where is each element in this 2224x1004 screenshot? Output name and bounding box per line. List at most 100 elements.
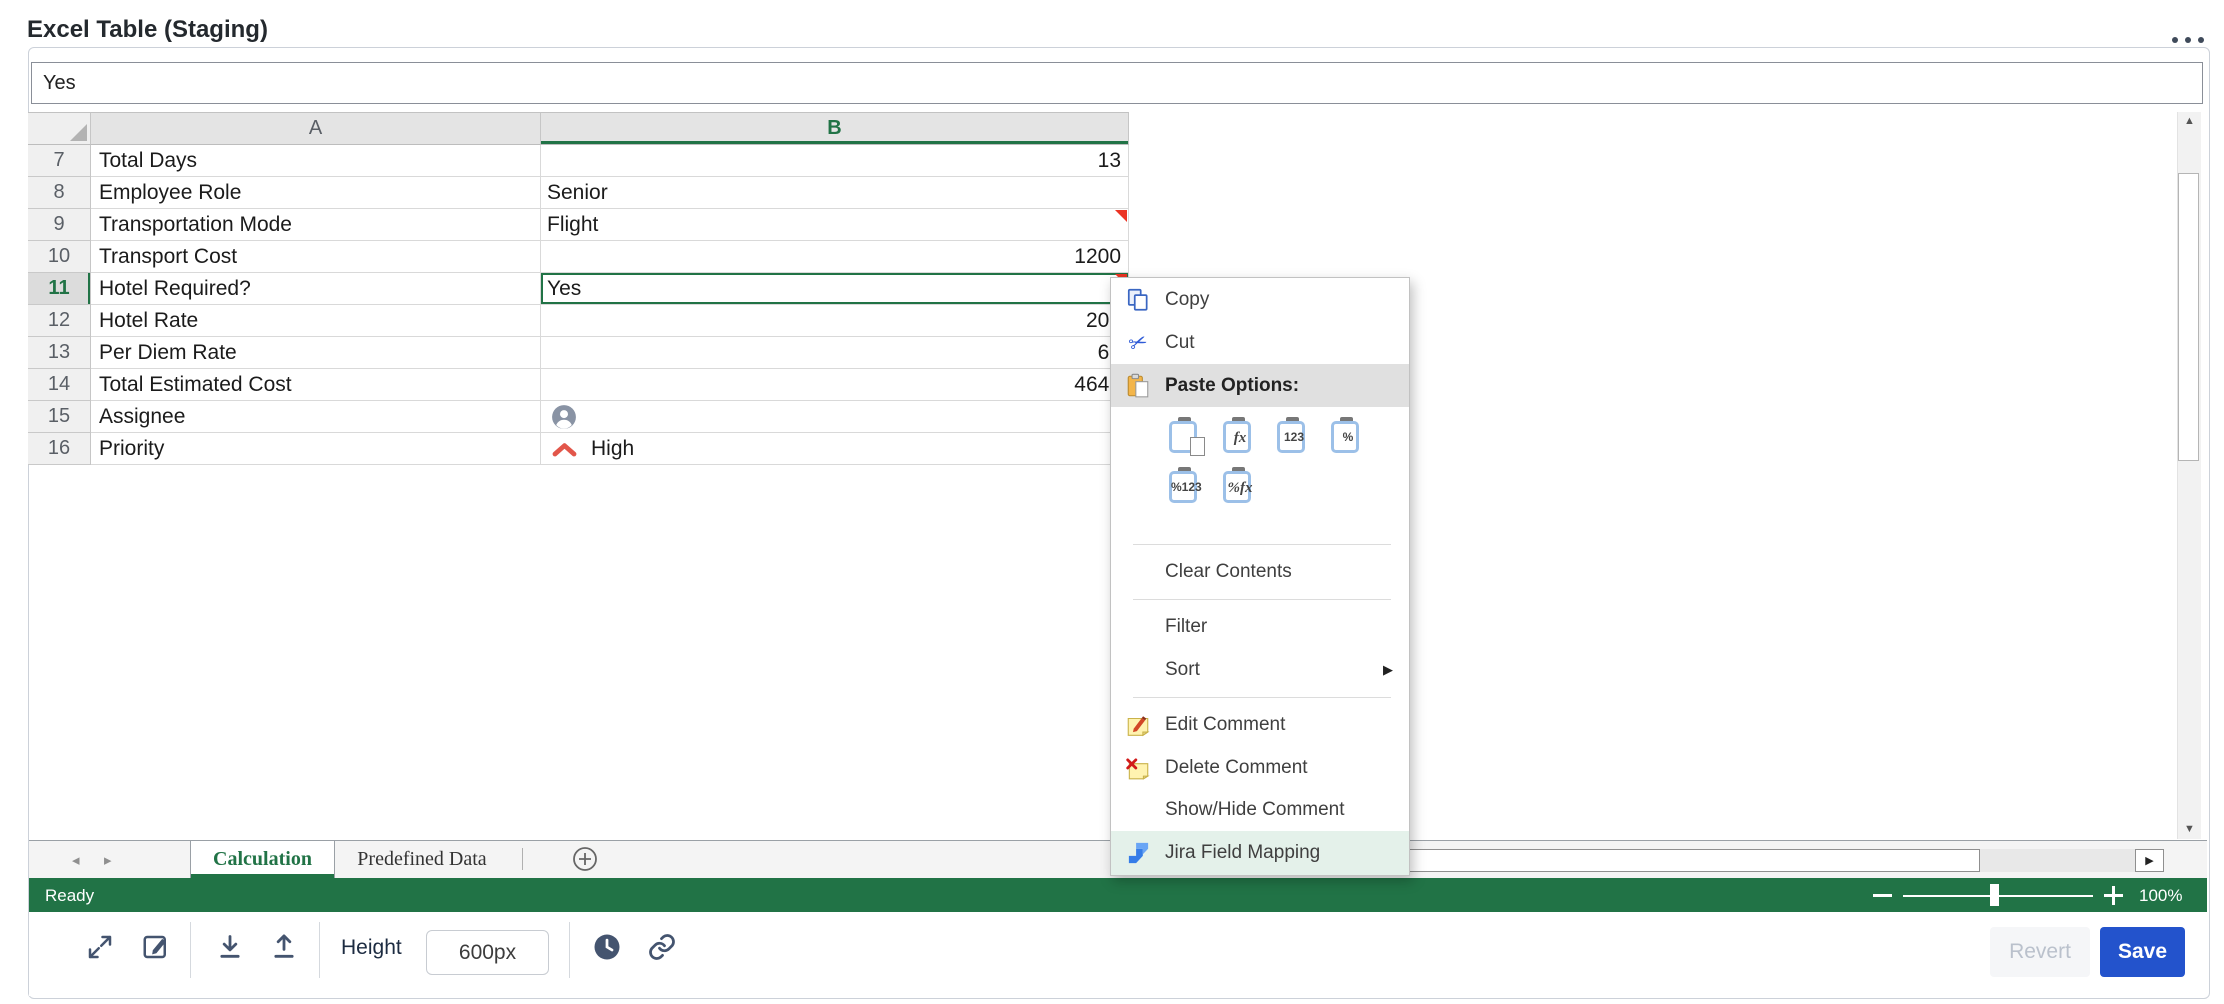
zoom-slider-thumb[interactable]: [1990, 884, 1999, 906]
menu-item-edit-comment[interactable]: Edit Comment: [1111, 703, 1409, 746]
paste-icon[interactable]: [1169, 417, 1206, 457]
scroll-down-icon[interactable]: ▼: [2178, 823, 2201, 835]
zoom-level[interactable]: 100%: [2139, 886, 2182, 906]
revert-button[interactable]: Revert: [1990, 927, 2090, 977]
cell-A9[interactable]: Transportation Mode: [91, 209, 541, 241]
row-header-10[interactable]: 10: [28, 241, 91, 273]
history-clock-icon[interactable]: [590, 930, 624, 964]
paste-icons-row-1: fx 123%: [1169, 417, 1409, 457]
grid-row-13: 13Per Diem Rate65: [28, 337, 1129, 369]
cell-A12[interactable]: Hotel Rate: [91, 305, 541, 337]
menu-item-show-hide-comment[interactable]: Show/Hide Comment: [1111, 789, 1409, 831]
tab-nav-right-icon[interactable]: ▸: [104, 851, 112, 869]
download-icon[interactable]: [213, 930, 247, 964]
row-header-12[interactable]: 12: [28, 305, 91, 337]
submenu-arrow-icon: ▶: [1383, 662, 1393, 678]
upload-icon[interactable]: [267, 930, 301, 964]
spreadsheet-grid: A B 7Total Days138Employee RoleSenior9Tr…: [28, 112, 1129, 465]
tab-nav-left-icon[interactable]: ◂: [72, 851, 80, 869]
menu-item-filter[interactable]: Filter: [1111, 605, 1409, 648]
grid-rows: 7Total Days138Employee RoleSenior9Transp…: [28, 145, 1129, 465]
vertical-scrollbar-thumb[interactable]: [2178, 173, 2199, 461]
paste-options-grid: fx 123% %123 %fx: [1111, 417, 1409, 538]
row-header-14[interactable]: 14: [28, 369, 91, 401]
menu-item-copy[interactable]: Copy: [1111, 278, 1409, 321]
row-header-8[interactable]: 8: [28, 177, 91, 209]
paste-icons-row-2: %123 %fx: [1169, 467, 1409, 507]
row-header-16[interactable]: 16: [28, 433, 91, 465]
status-bar: Ready 100%: [29, 878, 2207, 912]
formula-bar-input[interactable]: [31, 62, 2203, 104]
hscroll-right-icon[interactable]: ▶: [2135, 849, 2164, 872]
copy-icon: [1123, 287, 1153, 313]
link-icon[interactable]: [645, 930, 679, 964]
menu-item-sort[interactable]: Sort ▶: [1111, 648, 1409, 691]
cell-A14[interactable]: Total Estimated Cost: [91, 369, 541, 401]
menu-item-jira-field-mapping[interactable]: Jira Field Mapping: [1111, 831, 1409, 875]
paste-values-icon[interactable]: 123: [1277, 417, 1314, 457]
grid-row-8: 8Employee RoleSenior: [28, 177, 1129, 209]
cell-B7[interactable]: 13: [541, 145, 1129, 177]
height-input[interactable]: [426, 930, 549, 975]
cell-A15[interactable]: Assignee: [91, 401, 541, 433]
cell-A11[interactable]: Hotel Required?: [91, 273, 541, 305]
grid-row-16: 16PriorityHigh: [28, 433, 1129, 465]
cell-B10[interactable]: 1200: [541, 241, 1129, 273]
row-header-13[interactable]: 13: [28, 337, 91, 369]
context-menu: Copy ✂ Cut Paste Options: fx 123% %123 %fx…: [1110, 277, 1410, 876]
tab-predefined-data[interactable]: Predefined Data: [337, 840, 507, 878]
menu-item-clear-contents[interactable]: Clear Contents: [1111, 550, 1409, 593]
cell-B12[interactable]: 200: [541, 305, 1129, 337]
cell-A7[interactable]: Total Days: [91, 145, 541, 177]
cell-A13[interactable]: Per Diem Rate: [91, 337, 541, 369]
bottom-toolbar: Height Revert Save: [29, 912, 2207, 996]
row-header-15[interactable]: 15: [28, 401, 91, 433]
menu-item-paste-options[interactable]: Paste Options:: [1111, 364, 1409, 407]
select-all-corner[interactable]: [28, 112, 91, 145]
grid-row-14: 14Total Estimated Cost4645: [28, 369, 1129, 401]
cell-B13[interactable]: 65: [541, 337, 1129, 369]
add-sheet-button[interactable]: [572, 846, 598, 872]
cell-B16[interactable]: High: [541, 433, 1129, 465]
row-header-7[interactable]: 7: [28, 145, 91, 177]
cell-A8[interactable]: Employee Role: [91, 177, 541, 209]
cell-B8[interactable]: Senior: [541, 177, 1129, 209]
cut-icon: ✂: [1123, 330, 1153, 356]
grid-row-10: 10Transport Cost1200: [28, 241, 1129, 273]
row-header-11[interactable]: 11: [28, 273, 91, 305]
tab-separator: [522, 848, 523, 870]
grid-row-15: 15Assignee: [28, 401, 1129, 433]
cell-B15[interactable]: [541, 401, 1129, 433]
cell-B14[interactable]: 4645: [541, 369, 1129, 401]
paste-formulas-number-format-icon[interactable]: %fx: [1223, 467, 1260, 507]
zoom-out-icon[interactable]: [1873, 894, 1892, 897]
edit-icon[interactable]: [139, 930, 173, 964]
horizontal-scrollbar-thumb[interactable]: [1340, 849, 1980, 872]
paste-clipboard-icon: [1123, 373, 1153, 399]
row-header-9[interactable]: 9: [28, 209, 91, 241]
expand-icon[interactable]: [83, 930, 117, 964]
grid-row-12: 12Hotel Rate200: [28, 305, 1129, 337]
menu-item-cut[interactable]: ✂ Cut: [1111, 321, 1409, 364]
scroll-up-icon[interactable]: ▲: [2178, 115, 2201, 127]
cell-A16[interactable]: Priority: [91, 433, 541, 465]
cell-B9[interactable]: Flight: [541, 209, 1129, 241]
tab-calculation[interactable]: Calculation: [190, 840, 335, 878]
grid-row-11: 11Hotel Required?Yes: [28, 273, 1129, 305]
paste-formatting-icon[interactable]: %: [1331, 417, 1368, 457]
zoom-in-icon[interactable]: [2104, 886, 2123, 905]
column-header-a[interactable]: A: [91, 112, 541, 145]
menu-item-delete-comment[interactable]: Delete Comment: [1111, 746, 1409, 789]
more-options-icon[interactable]: [2172, 34, 2208, 46]
save-button[interactable]: Save: [2100, 927, 2185, 977]
column-header-b[interactable]: B: [541, 112, 1129, 145]
delete-comment-icon: [1123, 755, 1153, 781]
cell-A10[interactable]: Transport Cost: [91, 241, 541, 273]
paste-formulas-icon[interactable]: fx: [1223, 417, 1260, 457]
plus-circle-icon: [572, 846, 598, 872]
cell-B11[interactable]: Yes: [541, 273, 1129, 305]
grid-row-7: 7Total Days13: [28, 145, 1129, 177]
avatar-icon: [551, 404, 577, 430]
paste-values-number-format-icon[interactable]: %123: [1169, 467, 1206, 507]
horizontal-scrollbar[interactable]: ◀ ▶: [1312, 849, 2164, 872]
